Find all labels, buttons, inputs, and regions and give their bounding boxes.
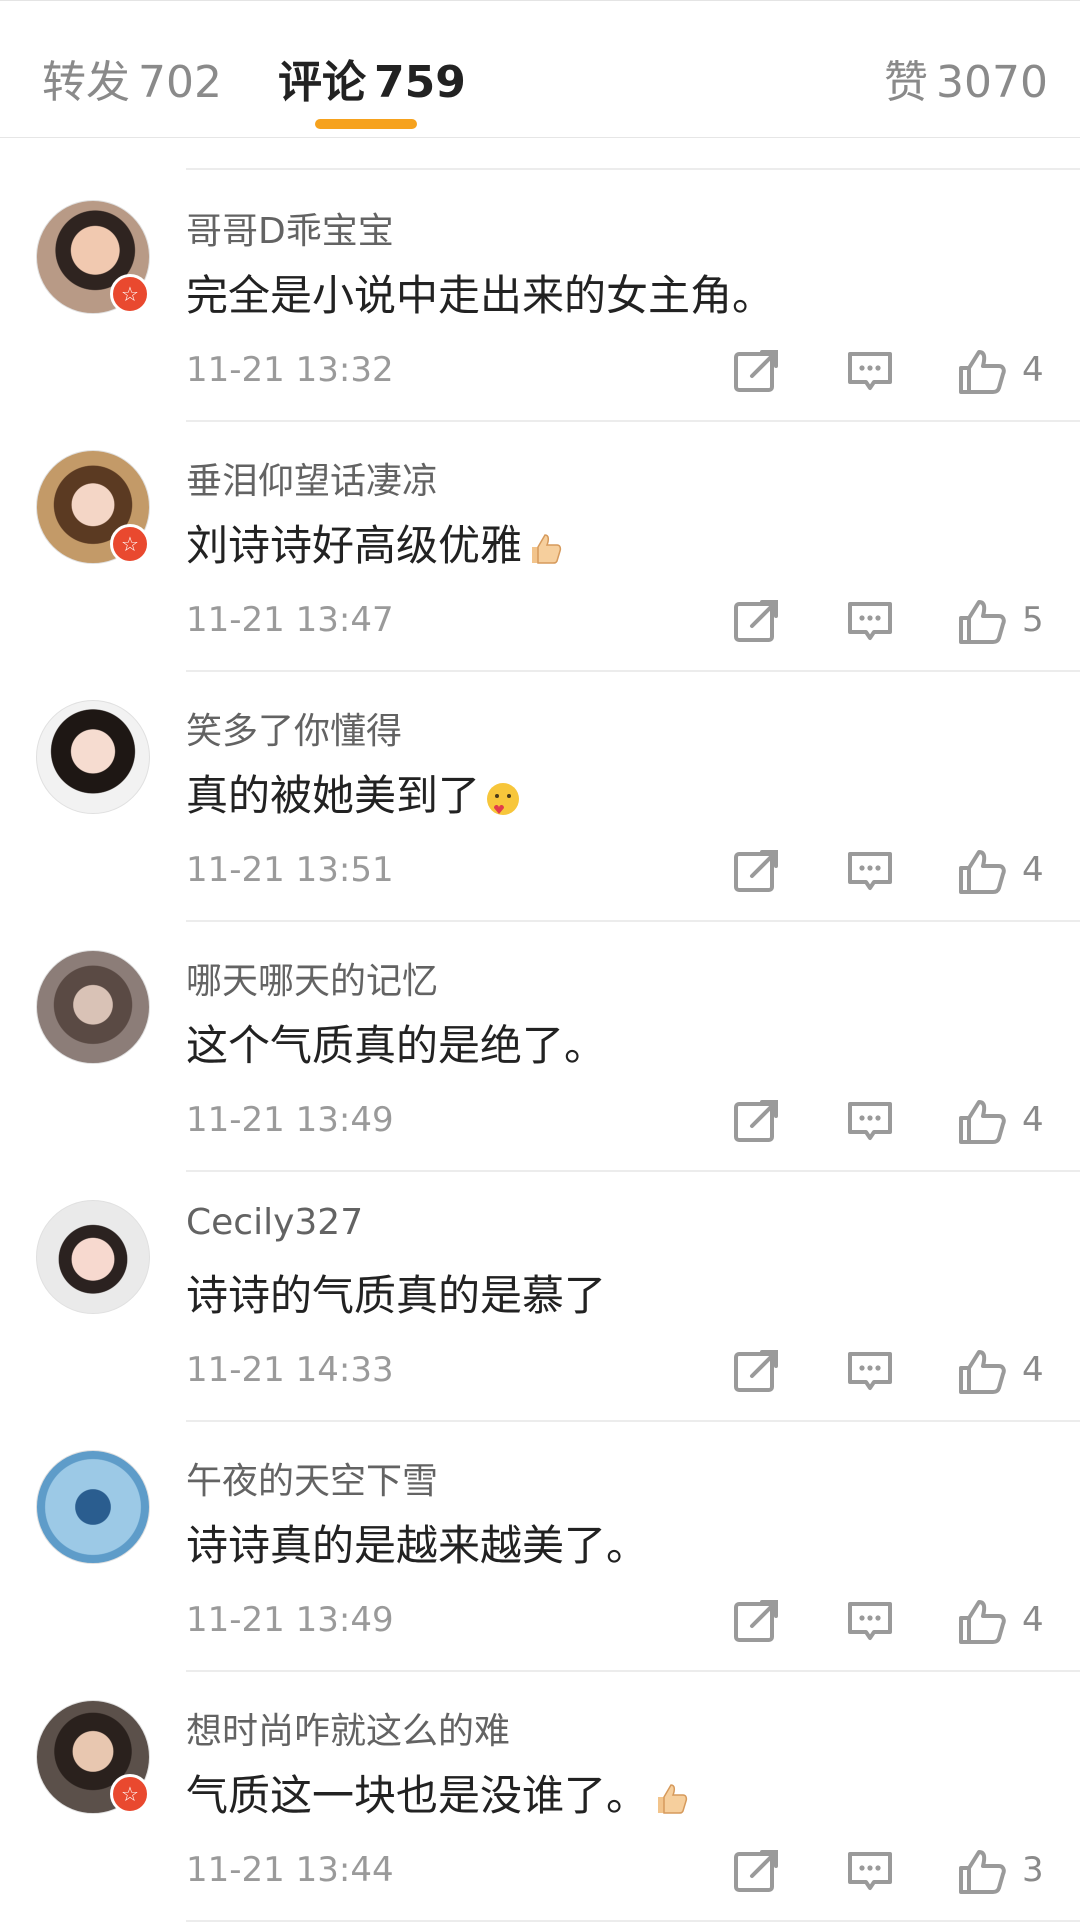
thumbs-up-emoji	[522, 521, 562, 570]
share-icon[interactable]	[730, 1596, 782, 1646]
like-icon[interactable]	[955, 1096, 1007, 1146]
comment-body: 诗诗真的是越来越美了。	[186, 1512, 648, 1573]
row-divider	[186, 1420, 1080, 1422]
avatar[interactable]	[36, 950, 150, 1064]
comment-time: 11-21 13:49	[186, 1100, 394, 1140]
like-count: 4	[1022, 1350, 1044, 1390]
tab-bar: 转发 702 评论 759 赞 3070	[0, 6, 1080, 138]
comment-item: ☆ 哥哥D乖宝宝完全是小说中走出来的女主角。 11-21 13:32 4	[0, 170, 1080, 420]
tab-likes-count: 3070	[936, 57, 1048, 108]
comment-time: 11-21 13:51	[186, 850, 394, 890]
comment-body: 刘诗诗好高级优雅	[186, 512, 562, 573]
reply-icon[interactable]	[844, 1096, 896, 1146]
row-divider	[186, 1670, 1080, 1672]
tab-reposts-count: 702	[138, 57, 222, 108]
like-count: 5	[1022, 600, 1044, 640]
comment-item: 午夜的天空下雪诗诗真的是越来越美了。 11-21 13:49 4	[0, 1420, 1080, 1670]
heart-face-emoji	[480, 771, 522, 820]
comment-time: 11-21 13:44	[186, 1850, 394, 1890]
comment-time: 11-21 14:33	[186, 1350, 394, 1390]
comment-item: ☆ 垂泪仰望话凄凉刘诗诗好高级优雅 11-21 13:47 5	[0, 420, 1080, 670]
active-tab-indicator	[315, 119, 417, 129]
reply-icon[interactable]	[844, 346, 896, 396]
like-count: 4	[1022, 1100, 1044, 1140]
like-icon[interactable]	[955, 1846, 1007, 1896]
like-count: 4	[1022, 850, 1044, 890]
comment-username[interactable]: 笑多了你懂得	[186, 702, 402, 754]
tab-likes[interactable]: 赞 3070	[884, 46, 1048, 110]
row-divider	[186, 670, 1080, 672]
comment-body: 气质这一块也是没谁了。	[186, 1762, 688, 1823]
reply-icon[interactable]	[844, 1846, 896, 1896]
comment-text: 真的被她美到了	[186, 771, 481, 820]
share-icon[interactable]	[730, 846, 782, 896]
comment-text: 这个气质真的是绝了。	[186, 1021, 607, 1070]
comment-item: ☆ 想时尚咋就这么的难气质这一块也是没谁了。 11-21 13:44 3	[0, 1670, 1080, 1920]
comment-username[interactable]: 想时尚咋就这么的难	[186, 1702, 510, 1754]
share-icon[interactable]	[730, 1096, 782, 1146]
tab-comments[interactable]: 评论 759	[278, 46, 466, 110]
reply-icon[interactable]	[844, 1596, 896, 1646]
row-divider	[186, 1920, 1080, 1922]
reply-icon[interactable]	[844, 1346, 896, 1396]
comment-item: 笑多了你懂得真的被她美到了 11-21 13:51 4	[0, 670, 1080, 920]
comment-body: 完全是小说中走出来的女主角。	[186, 262, 774, 323]
avatar[interactable]	[36, 1200, 150, 1314]
avatar[interactable]	[36, 1450, 150, 1564]
previous-item-edge	[0, 138, 1080, 170]
comment-item: Cecily327 诗诗的气质真的是慕了 11-21 14:33 4	[0, 1170, 1080, 1420]
comment-time: 11-21 13:49	[186, 1600, 394, 1640]
comment-text: 气质这一块也是没谁了。	[186, 1771, 649, 1820]
verified-badge-icon: ☆	[110, 524, 150, 564]
tab-reposts-label: 转发	[42, 57, 130, 108]
comment-body: 这个气质真的是绝了。	[186, 1012, 606, 1073]
like-icon[interactable]	[955, 346, 1007, 396]
avatar[interactable]	[36, 700, 150, 814]
comment-username[interactable]: 哪天哪天的记忆	[186, 952, 438, 1004]
share-icon[interactable]	[730, 1846, 782, 1896]
comment-username[interactable]: 午夜的天空下雪	[186, 1452, 438, 1504]
comment-username[interactable]: 哥哥D乖宝宝	[186, 202, 394, 254]
like-icon[interactable]	[955, 1596, 1007, 1646]
row-divider	[186, 920, 1080, 922]
verified-badge-icon: ☆	[110, 1774, 150, 1814]
comment-text: 诗诗真的是越来越美了。	[186, 1521, 649, 1570]
like-icon[interactable]	[955, 846, 1007, 896]
reply-icon[interactable]	[844, 596, 896, 646]
share-icon[interactable]	[730, 346, 782, 396]
like-count: 4	[1022, 350, 1044, 390]
like-count: 4	[1022, 1600, 1044, 1640]
verified-badge-icon: ☆	[110, 274, 150, 314]
comment-text: 完全是小说中走出来的女主角。	[186, 271, 775, 320]
comment-item: 哪天哪天的记忆这个气质真的是绝了。 11-21 13:49 4	[0, 920, 1080, 1170]
share-icon[interactable]	[730, 1346, 782, 1396]
comment-body: 诗诗的气质真的是慕了	[186, 1262, 606, 1323]
reply-icon[interactable]	[844, 846, 896, 896]
comment-username[interactable]: 垂泪仰望话凄凉	[186, 452, 438, 504]
comment-text: 刘诗诗好高级优雅	[186, 521, 523, 570]
tab-comments-count: 759	[374, 57, 466, 108]
like-icon[interactable]	[955, 1346, 1007, 1396]
comment-time: 11-21 13:32	[186, 350, 394, 390]
tab-comments-label: 评论	[278, 57, 366, 108]
row-divider	[186, 1170, 1080, 1172]
share-icon[interactable]	[730, 596, 782, 646]
like-count: 3	[1022, 1850, 1044, 1890]
comment-text: 诗诗的气质真的是慕了	[186, 1271, 607, 1320]
tab-reposts[interactable]: 转发 702	[42, 46, 222, 110]
comment-body: 真的被她美到了	[186, 762, 522, 823]
row-divider	[186, 420, 1080, 422]
thumbs-up-emoji	[648, 1771, 688, 1820]
comment-username[interactable]: Cecily327	[186, 1202, 363, 1243]
comment-time: 11-21 13:47	[186, 600, 394, 640]
tab-likes-label: 赞	[884, 57, 928, 108]
like-icon[interactable]	[955, 596, 1007, 646]
